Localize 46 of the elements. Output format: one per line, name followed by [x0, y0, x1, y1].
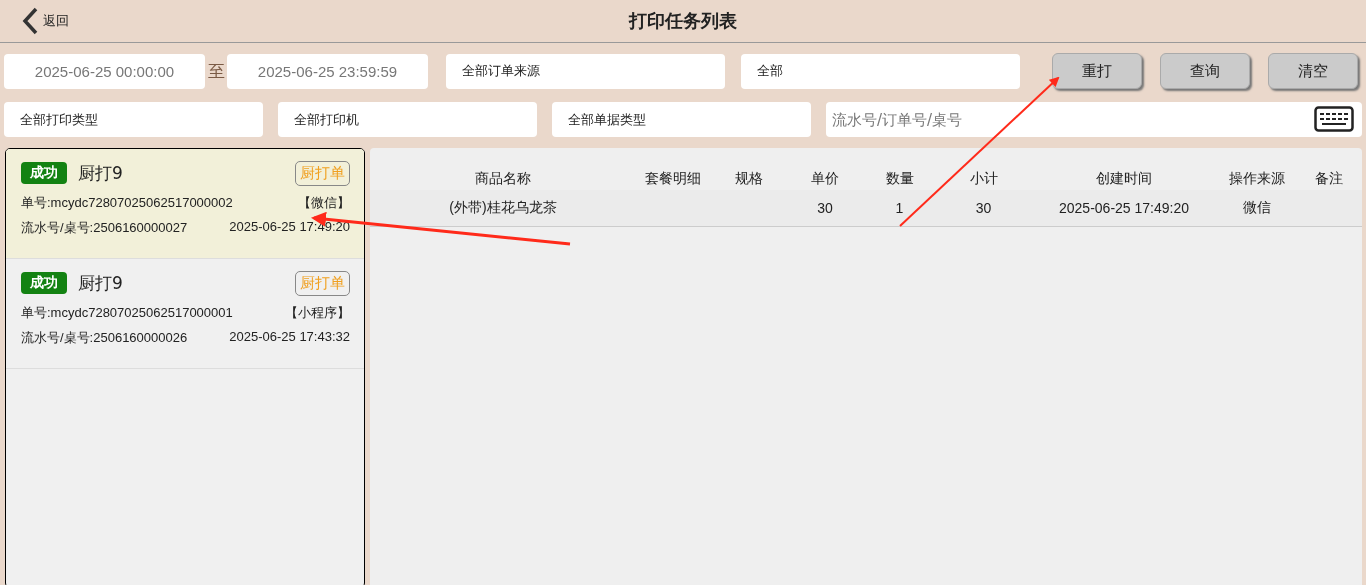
- order-source-dropdown[interactable]: 全部订单来源: [446, 53, 725, 89]
- column-header: 套餐明细: [644, 170, 702, 188]
- order-source: 【微信】: [298, 194, 350, 212]
- status-badge: 成功: [21, 272, 67, 294]
- search-field[interactable]: 流水号/订单号/桌号: [826, 102, 1362, 137]
- back-button[interactable]: 返回: [0, 7, 69, 35]
- range-separator: 至: [206, 59, 226, 83]
- table-cell: 30: [975, 200, 992, 216]
- serial-number: 流水号/桌号:2506160000026: [21, 329, 188, 347]
- keyboard-icon[interactable]: [1314, 106, 1354, 132]
- end-time-field[interactable]: 2025-06-25 23:59:59: [227, 53, 428, 89]
- printer-dropdown[interactable]: 全部打印机: [278, 102, 537, 137]
- column-header: 创建时间: [1095, 170, 1153, 188]
- task-time: 2025-06-25 17:49:20: [229, 219, 350, 236]
- table-cell: 2025-06-25 17:49:20: [1059, 200, 1189, 216]
- serial-number: 流水号/桌号:2506160000027: [21, 219, 188, 237]
- print-type-tag: 厨打单: [295, 270, 350, 296]
- page-title: 打印任务列表: [629, 9, 737, 33]
- column-header: 单价: [810, 170, 840, 188]
- action-button[interactable]: 查询: [1160, 53, 1250, 89]
- table-cell: 微信: [1243, 199, 1271, 215]
- order-source: 【小程序】: [285, 304, 350, 322]
- column-header: 规格: [734, 170, 764, 188]
- order-number: 单号:mcydc72807025062517000001: [21, 304, 233, 322]
- column-header: 小计: [968, 170, 999, 188]
- printer-name: 厨打9: [78, 161, 124, 185]
- column-header: 备注: [1314, 170, 1344, 188]
- status-badge: 成功: [21, 162, 67, 184]
- column-header: 商品名称: [474, 170, 532, 188]
- task-time: 2025-06-25 17:43:32: [229, 329, 350, 346]
- printer-name: 厨打9: [78, 271, 124, 295]
- column-header: 数量: [884, 170, 915, 188]
- chevron-left-icon: [22, 7, 38, 35]
- action-button[interactable]: 重打: [1052, 53, 1142, 89]
- order-number: 单号:mcydc72807025062517000002: [21, 194, 233, 212]
- print-type-tag: 厨打单: [295, 160, 350, 186]
- action-button[interactable]: 清空: [1268, 53, 1358, 89]
- table-cell: (外带)桂花乌龙茶: [449, 199, 557, 215]
- task-card[interactable]: 成功 厨打9 厨打单 单号:mcydc72807025062517000002 【微信】 流水号/桌号:2506160000027 2025-06-25 17:49:20: [6, 149, 364, 259]
- start-time-field[interactable]: 2025-06-25 00:00:00: [4, 53, 205, 89]
- print-type-dropdown[interactable]: 全部打印类型: [4, 102, 263, 137]
- document-type-dropdown[interactable]: 全部单据类型: [552, 102, 811, 137]
- column-header: 操作来源: [1228, 170, 1286, 188]
- table-cell: 30: [817, 200, 833, 216]
- table-cell: 1: [895, 200, 904, 216]
- status-dropdown[interactable]: 全部: [741, 53, 1020, 89]
